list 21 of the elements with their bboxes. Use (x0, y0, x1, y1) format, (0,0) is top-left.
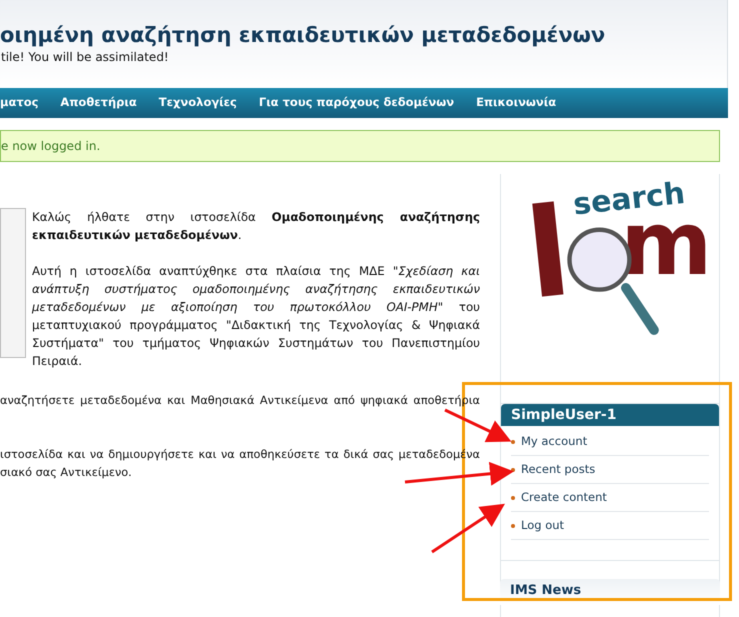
menu-link[interactable]: Create content (521, 488, 607, 506)
about-paragraph: Αυτή η ιστοσελίδα αναπτύχθηκε στα πλαίσια της ΜΔΕ "Σχεδίαση και ανάπτυξη συστήματος ομαδοποιημένης αναζήτησης εκπαιδευτικών μεταδεδομένων με αξιοποίηση του πρωτοκόλλου OAI-PMH" του μεταπτυχιακού προγράμματος "Διδακτική της Τεχνολογίας & Ψηφιακά Συστήματα" του τμήματος Ψηφιακών Συστημάτων του Πανεπιστημίου Πειραιά. (32, 263, 480, 370)
nav-link[interactable]: ματος (0, 94, 38, 112)
nav-link[interactable]: Για τους παρόχους δεδομένων (258, 94, 454, 112)
nav-link[interactable]: Τεχνολογίες (158, 94, 237, 112)
bullet-icon (511, 468, 515, 472)
status-message: e now logged in. (0, 130, 720, 162)
annotation-arrow (444, 408, 512, 442)
site-title: οιημένη αναζήτηση εκπαιδευτικών μεταδεδομένων (0, 22, 606, 48)
bullet-icon (511, 524, 515, 528)
menu-link[interactable]: Recent posts (521, 460, 596, 478)
menu-link[interactable]: Log out (521, 516, 564, 534)
nav-link[interactable]: Επικοινωνία (476, 94, 556, 112)
intro-paragraph: Καλώς ήλθατε στην ιστοσελίδα Ομαδοποιημένης αναζήτησης εκπαιδευτικών μεταδεδομένων. (32, 209, 480, 244)
block-title: SimpleUser-1 (501, 404, 719, 426)
bullet-icon (511, 496, 515, 500)
nav-link[interactable]: Αποθετήρια (60, 94, 137, 112)
bullet-icon (511, 440, 515, 444)
menu-link[interactable]: My account (521, 432, 588, 450)
paragraph-line: σιακό σας Αντικείμενο. (0, 465, 132, 481)
site-slogan: tile! You will be assimilated! (0, 49, 169, 66)
